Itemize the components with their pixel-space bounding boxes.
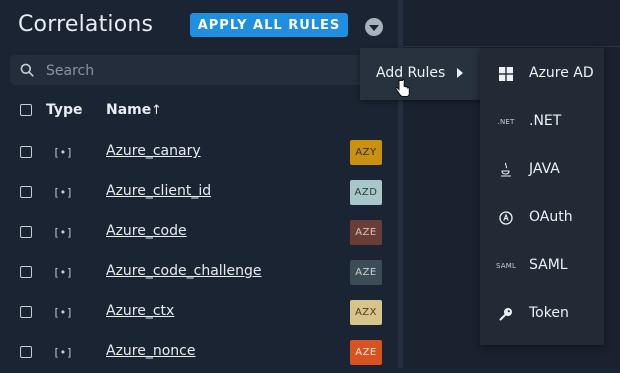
correlation-name-link[interactable]: Azure_nonce: [106, 343, 195, 359]
correlation-name-link[interactable]: Azure_client_id: [106, 183, 211, 199]
source-badge: AZY: [350, 140, 382, 165]
correlation-name-link[interactable]: Azure_ctx: [106, 303, 174, 319]
context-menu: Add Rules: [360, 48, 480, 100]
java-icon: [498, 162, 514, 178]
dotnet-icon: .NET: [497, 118, 515, 126]
source-badge: AZD: [350, 180, 382, 205]
chevron-down-icon: [369, 25, 379, 31]
search-input[interactable]: [44, 55, 368, 87]
source-badge: AZE: [350, 260, 382, 285]
submenu-item-label: OAuth: [529, 209, 573, 225]
submenu-item-label: Token: [529, 305, 569, 321]
row-checkbox[interactable]: [20, 226, 32, 238]
correlation-name-link[interactable]: Azure_canary: [106, 143, 201, 159]
source-badge: AZE: [350, 220, 382, 245]
variable-type-icon: [•]: [53, 146, 73, 159]
submenu-item-oauth[interactable]: OAuth: [480, 194, 604, 242]
search-box[interactable]: [10, 55, 380, 87]
submenu-item-label: SAML: [529, 257, 568, 273]
page-title: Correlations: [18, 12, 154, 37]
select-all-checkbox[interactable]: [20, 104, 32, 116]
table-row[interactable]: [•] Azure_canary AZY: [0, 133, 398, 173]
table-row[interactable]: [•] Azure_client_id AZD: [0, 173, 398, 213]
windows-icon: [498, 66, 514, 82]
search-icon: [20, 63, 34, 77]
source-badge: AZE: [350, 340, 382, 365]
table-row[interactable]: [•] Azure_nonce AZE: [0, 333, 398, 373]
variable-type-icon: [•]: [53, 266, 73, 279]
oauth-icon: [498, 210, 514, 226]
hand-cursor-icon: [395, 79, 410, 97]
submenu-item-label: .NET: [529, 113, 562, 129]
correlations-panel: Correlations APPLY ALL RULES Type Name ↑…: [0, 0, 398, 368]
submenu-item-label: JAVA: [529, 161, 560, 177]
row-checkbox[interactable]: [20, 266, 32, 278]
table-row[interactable]: [•] Azure_code_challenge AZE: [0, 253, 398, 293]
divider-line: [403, 46, 620, 47]
submenu-item-saml[interactable]: SAML SAML: [480, 242, 604, 290]
table-row[interactable]: [•] Azure_code AZE: [0, 213, 398, 253]
variable-type-icon: [•]: [53, 306, 73, 319]
sort-ascending-icon[interactable]: ↑: [151, 103, 162, 118]
correlation-name-link[interactable]: Azure_code: [106, 223, 187, 239]
variable-type-icon: [•]: [53, 226, 73, 239]
row-checkbox[interactable]: [20, 146, 32, 158]
submenu-item-azure-ad[interactable]: Azure AD: [480, 50, 604, 98]
row-checkbox[interactable]: [20, 346, 32, 358]
column-header-name[interactable]: Name: [106, 102, 151, 118]
variable-type-icon: [•]: [53, 186, 73, 199]
submenu-item-net[interactable]: .NET .NET: [480, 98, 604, 146]
row-checkbox[interactable]: [20, 186, 32, 198]
table-row[interactable]: [•] Azure_ctx AZX: [0, 293, 398, 333]
submenu-item-token[interactable]: Token: [480, 290, 604, 338]
column-header-type[interactable]: Type: [46, 102, 83, 118]
apply-all-rules-button[interactable]: APPLY ALL RULES: [190, 13, 348, 37]
saml-icon: SAML: [495, 262, 517, 270]
source-badge: AZX: [350, 300, 382, 325]
key-icon: [498, 306, 514, 322]
chevron-right-icon: [457, 68, 463, 78]
submenu-item-java[interactable]: JAVA: [480, 146, 604, 194]
row-checkbox[interactable]: [20, 306, 32, 318]
submenu-item-label: Azure AD: [529, 65, 594, 81]
correlation-name-link[interactable]: Azure_code_challenge: [106, 263, 262, 279]
rules-dropdown-button[interactable]: [365, 18, 383, 36]
add-rules-submenu: Azure AD .NET .NET JAVA OAuth SAML SAML Token: [480, 48, 604, 345]
variable-type-icon: [•]: [53, 346, 73, 359]
